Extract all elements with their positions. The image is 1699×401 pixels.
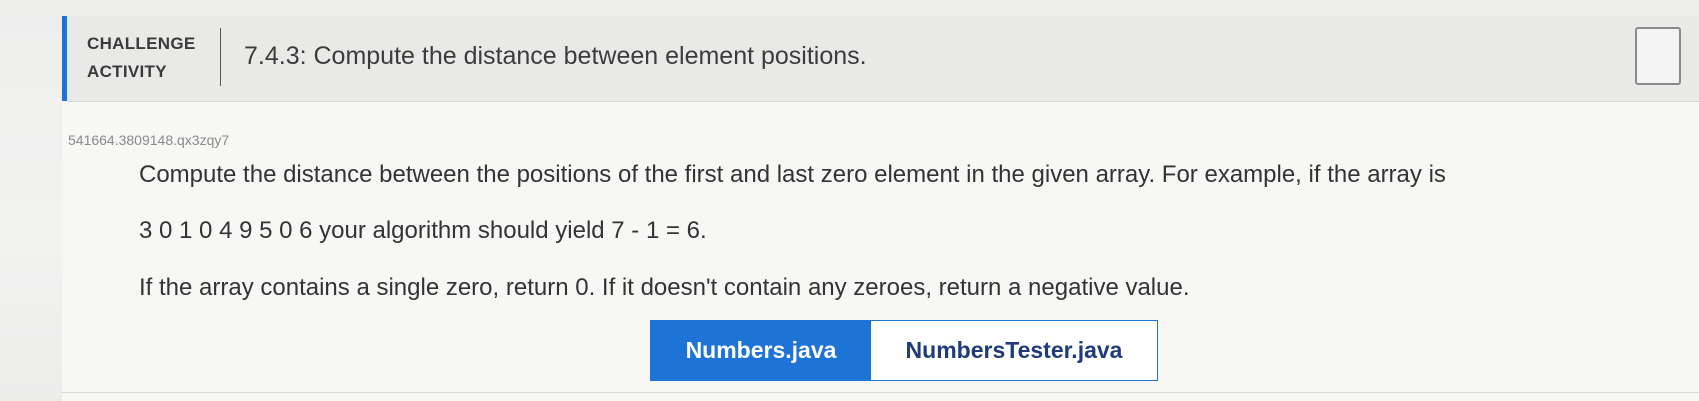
instruction-line-2: 3 0 1 0 4 9 5 0 6 your algorithm should … <box>139 217 707 244</box>
activity-title: 7.4.3: Compute the distance between elem… <box>244 42 867 70</box>
challenge-header: CHALLENGE ACTIVITY 7.4.3: Compute the di… <box>67 16 1699 102</box>
tab-numbers-tester-java[interactable]: NumbersTester.java <box>871 321 1157 380</box>
activity-type-line1: CHALLENGE <box>87 34 196 53</box>
activity-type-line2: ACTIVITY <box>87 62 167 81</box>
instruction-line-3: If the array contains a single zero, ret… <box>139 274 1190 301</box>
instruction-line-1: Compute the distance between the positio… <box>139 161 1446 188</box>
activity-type-label: CHALLENGE ACTIVITY <box>87 30 195 86</box>
completion-box-icon <box>1635 27 1681 85</box>
page: CHALLENGE ACTIVITY 7.4.3: Compute the di… <box>0 0 1699 401</box>
card-bottom-divider <box>62 392 1699 393</box>
file-tabs: Numbers.java NumbersTester.java <box>650 320 1158 381</box>
tab-numbers-java[interactable]: Numbers.java <box>651 321 871 380</box>
header-divider <box>220 28 221 86</box>
activity-code: 541664.3809148.qx3zqy7 <box>68 132 230 148</box>
